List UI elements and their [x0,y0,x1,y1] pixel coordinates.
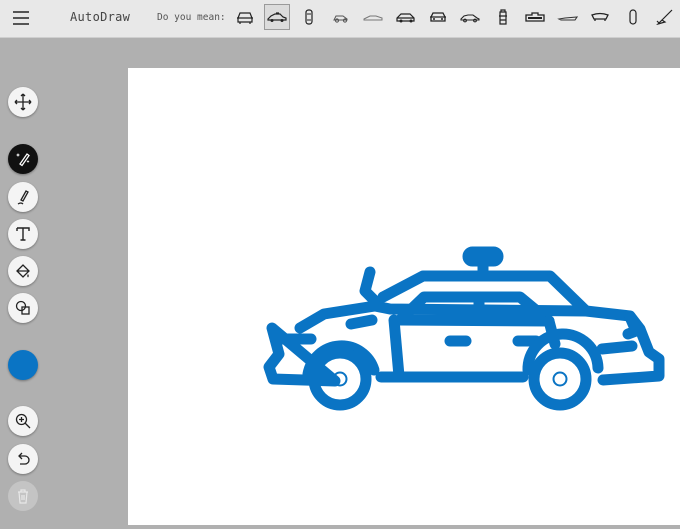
delete-icon [18,489,28,504]
autodraw-icon [16,153,30,167]
drawing-canvas[interactable] [128,68,680,525]
sports-car-icon [363,15,383,21]
suggestion-car-front-2[interactable] [425,4,451,30]
app-title: AutoDraw [70,10,131,24]
truck-icon [525,12,545,22]
suggestion-car-front[interactable] [232,4,258,30]
suggestion-boat[interactable] [555,4,581,30]
shape-icon [15,300,30,315]
suggestions-label: Do you mean: [157,12,226,23]
suggestion-capsule[interactable] [620,4,646,30]
fill-button[interactable] [8,256,38,286]
car-front-icon [237,12,253,24]
capsule-icon [629,9,637,25]
suggestion-skateboard[interactable] [587,4,613,30]
move-button[interactable] [8,87,38,117]
car-front-2-icon [430,12,446,22]
police-car-icon [267,12,287,22]
suggestion-broom[interactable] [652,4,678,30]
suggestion-truck[interactable] [522,4,548,30]
broom-icon [656,9,673,25]
undo-icon [18,452,30,465]
fire-hydrant-icon [499,9,507,25]
type-icon [16,227,30,241]
draw-button[interactable] [8,182,38,212]
fill-icon [16,264,30,278]
suggestion-sedan[interactable] [393,4,419,30]
car-outline-icon [333,15,348,23]
car-top-icon [305,9,313,25]
police-car-drawing [263,246,665,411]
car-side-icon [460,14,480,23]
top-bar: AutoDraw Do you mean: [0,0,680,38]
suggestion-fire-hydrant[interactable] [490,4,516,30]
move-icon [14,93,32,111]
autodraw-button[interactable] [8,144,38,174]
suggestion-car-side[interactable] [457,4,483,30]
skateboard-icon [591,12,609,21]
suggestion-police-car[interactable] [264,4,290,30]
boat-icon [557,16,579,21]
color-picker-button[interactable] [8,350,38,380]
suggestion-car-top[interactable] [296,4,322,30]
shape-button[interactable] [8,293,38,323]
sedan-icon [396,13,415,23]
type-button[interactable] [8,219,38,249]
suggestion-car-outline[interactable] [328,4,354,30]
menu-icon[interactable] [10,8,34,28]
delete-button[interactable] [8,481,38,511]
undo-button[interactable] [8,444,38,474]
zoom-icon [15,413,31,429]
zoom-button[interactable] [8,406,38,436]
draw-icon [17,190,29,205]
suggestion-sports-car[interactable] [360,4,386,30]
